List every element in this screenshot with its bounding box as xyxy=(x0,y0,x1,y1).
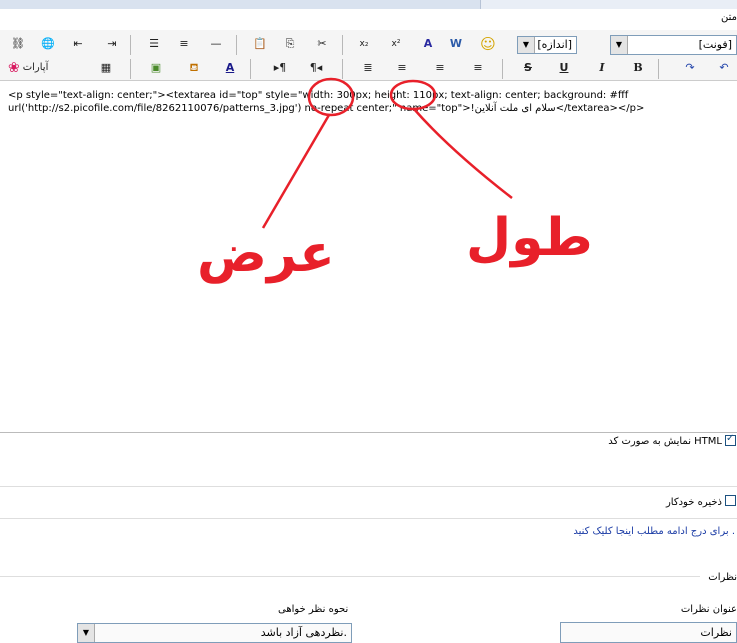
comments-section-title: نظرات xyxy=(708,572,737,583)
width-arrow-line xyxy=(261,114,331,229)
comments-title-label: عنوان نظرات xyxy=(680,604,737,615)
annotation-overlay xyxy=(261,77,513,229)
comments-title-input[interactable]: نظرات xyxy=(560,622,737,643)
width-highlight-circle xyxy=(307,77,355,117)
show-html-checkbox[interactable] xyxy=(725,433,736,446)
height-arrow-line xyxy=(413,108,513,199)
height-highlight-circle xyxy=(389,79,437,111)
autosave-label: ذخیره خودکار xyxy=(665,497,722,508)
chevron-down-icon: ▼ xyxy=(78,624,95,642)
divider xyxy=(0,518,737,519)
read-more-link[interactable]: برای درج ادامه مطلب اینجا کلیک کنید . xyxy=(573,526,735,537)
comment-mode-select[interactable]: ▼ نظردهی آزاد باشد. xyxy=(77,623,352,643)
width-annotation-label: عرض xyxy=(197,224,335,284)
divider xyxy=(0,486,737,487)
show-html-label: نمایش به صورت کد HTML xyxy=(608,436,722,447)
section-divider xyxy=(0,576,700,577)
height-annotation-label: طول xyxy=(466,208,593,268)
comment-mode-label: نحوه نظر خواهی xyxy=(278,604,349,615)
autosave-checkbox[interactable] xyxy=(725,495,736,506)
